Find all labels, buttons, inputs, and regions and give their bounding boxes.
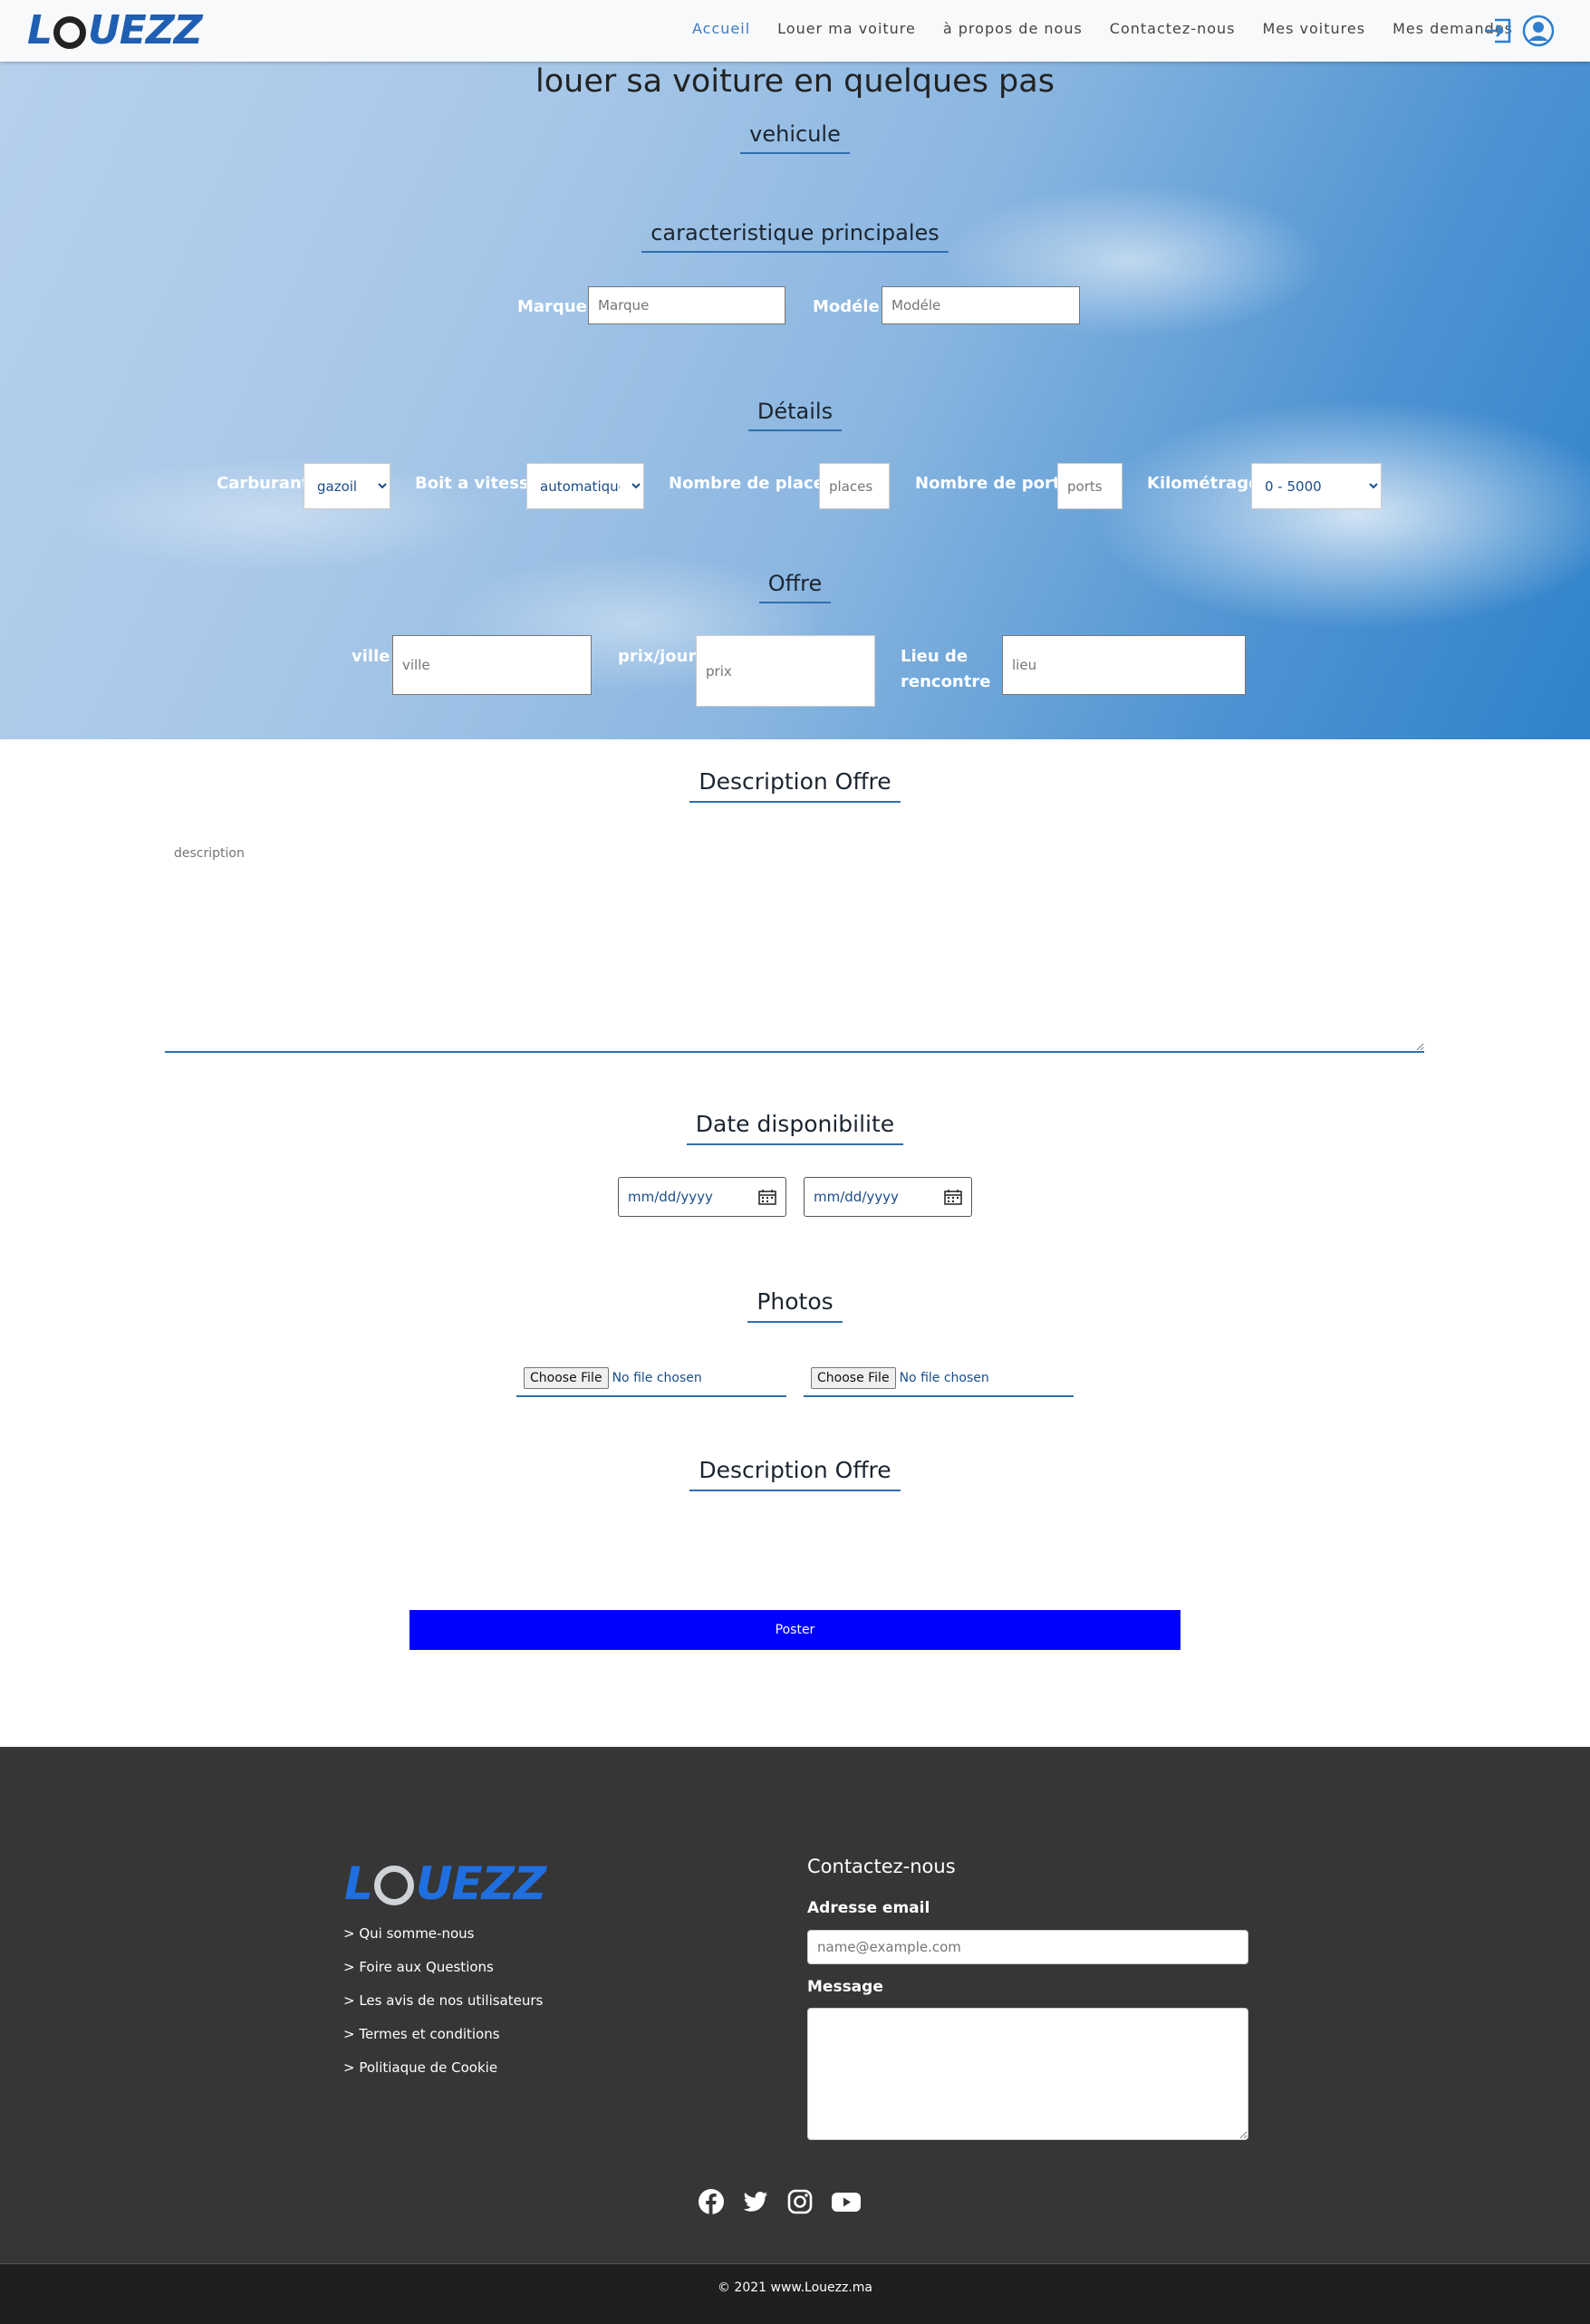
email-label: Adresse email: [807, 1899, 930, 1917]
footer-logo-letter: L: [344, 1857, 373, 1910]
calendar-icon[interactable]: [758, 1189, 776, 1205]
date-from-input[interactable]: mm/dd/yyyy: [618, 1177, 786, 1217]
photo-upload-1[interactable]: Choose File No file chosen: [516, 1361, 786, 1397]
kilometrage-label: Kilométrage: [1147, 474, 1260, 493]
date-from-placeholder: mm/dd/yyyy: [628, 1189, 713, 1205]
ville-label: ville: [352, 647, 390, 666]
copyright-bar: © 2021 www.Louezz.ma: [0, 2263, 1590, 2324]
tire-icon: [53, 15, 87, 49]
boite-label: Boit a vitesse: [415, 474, 540, 493]
kilometrage-select[interactable]: 0 - 5000: [1251, 463, 1382, 509]
details-heading-text: Détails: [747, 399, 843, 431]
prix-input[interactable]: [696, 635, 875, 707]
boite-select[interactable]: automatique: [526, 463, 644, 509]
choose-file-button[interactable]: Choose File: [811, 1367, 896, 1389]
offre-heading: Offre: [0, 571, 1590, 603]
description2-heading-text: Description Offre: [689, 1457, 901, 1491]
login-icon[interactable]: [1482, 14, 1515, 47]
places-label: Nombre de places: [669, 474, 834, 493]
carburant-label: Carburant: [217, 474, 310, 493]
twitter-icon[interactable]: [742, 2188, 769, 2215]
logo-text: UEZZ: [88, 7, 203, 53]
description-textarea[interactable]: [165, 834, 1424, 1053]
main-features-heading-text: caracteristique principales: [641, 220, 949, 253]
vehicle-heading-text: vehicule: [740, 121, 850, 154]
choose-file-button[interactable]: Choose File: [524, 1367, 609, 1389]
ports-input[interactable]: [1057, 463, 1123, 509]
nav-link-mes-voitures[interactable]: Mes voitures: [1262, 20, 1365, 37]
description-heading: Description Offre: [0, 768, 1590, 803]
brand-logo[interactable]: L UEZZ: [27, 7, 203, 53]
youtube-icon[interactable]: [831, 2188, 862, 2215]
copyright-text: © 2021 www.Louezz.ma: [717, 2281, 872, 2295]
nav-link-louer[interactable]: Louer ma voiture: [777, 20, 916, 37]
main-features-heading: caracteristique principales: [0, 220, 1590, 253]
nav-link-accueil[interactable]: Accueil: [692, 20, 750, 37]
date-heading: Date disponibilite: [0, 1111, 1590, 1145]
carburant-select[interactable]: gazoil: [304, 463, 390, 509]
date-to-placeholder: mm/dd/yyyy: [814, 1189, 899, 1205]
lieu-label-line2: rencontre: [901, 672, 991, 691]
photo-upload-2[interactable]: Choose File No file chosen: [804, 1361, 1074, 1397]
user-account-icon[interactable]: [1522, 14, 1555, 47]
footer-link-reviews[interactable]: > Les avis de nos utilisateurs: [343, 1992, 543, 2009]
ville-input[interactable]: [392, 635, 592, 695]
date-to-input[interactable]: mm/dd/yyyy: [804, 1177, 972, 1217]
footer-logo[interactable]: L UEZZ: [344, 1857, 546, 1910]
vehicle-heading: vehicule: [0, 121, 1590, 154]
navbar: L UEZZ Accueil Louer ma voiture à propos …: [0, 0, 1590, 62]
lieu-input[interactable]: [1002, 635, 1246, 695]
marque-input[interactable]: [588, 286, 785, 324]
footer-link-faq[interactable]: > Foire aux Questions: [343, 1959, 494, 1975]
photos-heading-text: Photos: [747, 1288, 843, 1323]
footer-link-cookies[interactable]: > Politiaque de Cookie: [343, 2059, 497, 2076]
file-status: No file chosen: [612, 1371, 702, 1385]
footer-logo-text: UEZZ: [415, 1857, 546, 1910]
date-heading-text: Date disponibilite: [686, 1111, 904, 1145]
file-status: No file chosen: [899, 1371, 989, 1385]
page-title: louer sa voiture en quelques pas: [535, 63, 1055, 100]
modele-label: Modéle: [813, 297, 880, 316]
prix-label: prix/jour: [618, 647, 697, 666]
footer-contact-title: Contactez-nous: [807, 1856, 956, 1877]
facebook-icon[interactable]: [698, 2188, 725, 2215]
ports-label: Nombre de ports: [915, 474, 1071, 493]
footer-link-terms[interactable]: > Termes et conditions: [343, 2026, 500, 2042]
offre-heading-text: Offre: [758, 571, 832, 603]
message-label: Message: [807, 1978, 883, 1996]
photos-heading: Photos: [0, 1288, 1590, 1323]
nav-links: Accueil Louer ma voiture à propos de nou…: [692, 20, 1513, 37]
hero-section: louer sa voiture en quelques pas vehicul…: [0, 62, 1590, 739]
description-heading-text: Description Offre: [689, 768, 901, 803]
footer-link-about[interactable]: > Qui somme-nous: [343, 1925, 474, 1942]
logo-letter: L: [27, 7, 53, 53]
calendar-icon[interactable]: [944, 1189, 962, 1205]
marque-label: Marque: [517, 297, 587, 316]
modele-input[interactable]: [882, 286, 1080, 324]
footer: L UEZZ > Qui somme-nous > Foire aux Quest…: [0, 1747, 1590, 2263]
instagram-icon[interactable]: [786, 2188, 814, 2215]
details-heading: Détails: [0, 399, 1590, 431]
nav-link-contact[interactable]: Contactez-nous: [1110, 20, 1236, 37]
tire-icon: [373, 1866, 414, 1905]
nav-link-a-propos[interactable]: à propos de nous: [943, 20, 1083, 37]
footer-email-input[interactable]: [807, 1930, 1248, 1964]
places-input[interactable]: [819, 463, 890, 509]
poster-button[interactable]: Poster: [410, 1610, 1180, 1650]
description2-heading: Description Offre: [0, 1457, 1590, 1491]
lieu-label-line1: Lieu de: [901, 647, 968, 666]
footer-message-textarea[interactable]: [807, 2008, 1248, 2140]
